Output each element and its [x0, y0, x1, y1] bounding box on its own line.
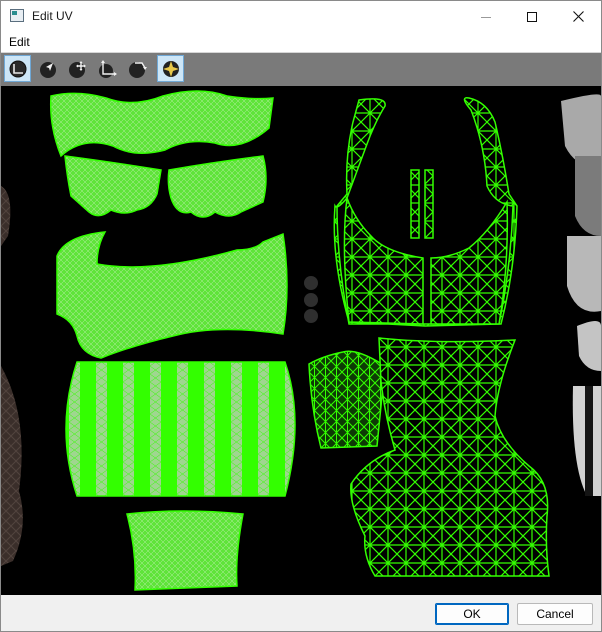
- cancel-button[interactable]: Cancel: [517, 603, 593, 625]
- uv-canvas[interactable]: [1, 86, 601, 595]
- move-vertices-icon: [68, 60, 86, 78]
- uv-island-waist: [56, 231, 288, 359]
- transform-gizmo-tool[interactable]: [157, 55, 184, 82]
- close-icon: [572, 11, 584, 22]
- menu-edit[interactable]: Edit: [9, 35, 30, 49]
- rotate-icon: [128, 61, 147, 78]
- uv-island-side-patch: [308, 350, 386, 449]
- maximize-icon: [527, 11, 537, 22]
- pointer-arrow-icon: [39, 61, 56, 78]
- toolbar: [1, 53, 601, 86]
- window-title: Edit UV: [32, 9, 73, 23]
- uv-island-bottom-patch: [126, 510, 244, 591]
- select-region-tool[interactable]: [4, 55, 31, 82]
- title-bar[interactable]: Edit UV: [1, 1, 601, 32]
- minimize-icon: [481, 16, 491, 18]
- uv-island-top-band: [49, 90, 274, 158]
- app-icon: [10, 9, 24, 22]
- scale-tool[interactable]: [94, 55, 121, 82]
- background-texture-left: [1, 186, 23, 566]
- uv-layout: [1, 90, 601, 591]
- minimize-button[interactable]: [463, 1, 509, 32]
- move-vertices-tool[interactable]: [64, 55, 91, 82]
- uv-island-strap-2: [424, 169, 434, 239]
- layer-dot-3: [304, 309, 318, 323]
- ok-button[interactable]: OK: [435, 603, 509, 625]
- background-texture-right: [561, 94, 601, 496]
- scale-icon: [98, 59, 117, 78]
- maximize-button[interactable]: [509, 1, 555, 32]
- edit-uv-window: Edit UV Edit OK Cancel: [0, 0, 602, 632]
- close-button[interactable]: [555, 1, 601, 32]
- menu-bar: Edit: [1, 32, 601, 53]
- transform-gizmo-icon: [162, 60, 179, 77]
- pointer-tool[interactable]: [34, 55, 61, 82]
- layer-dot-2: [304, 293, 318, 307]
- dialog-footer: OK Cancel: [1, 595, 601, 631]
- layer-dot-1: [304, 276, 318, 290]
- uv-island-strap-1: [410, 169, 420, 239]
- rotate-tool[interactable]: [124, 55, 151, 82]
- select-region-icon: [9, 60, 26, 77]
- uv-island-lace-left: [64, 155, 162, 217]
- uv-island-bodice: [350, 337, 550, 577]
- uv-island-skirt: [65, 361, 296, 497]
- uv-island-lace-right: [167, 155, 267, 218]
